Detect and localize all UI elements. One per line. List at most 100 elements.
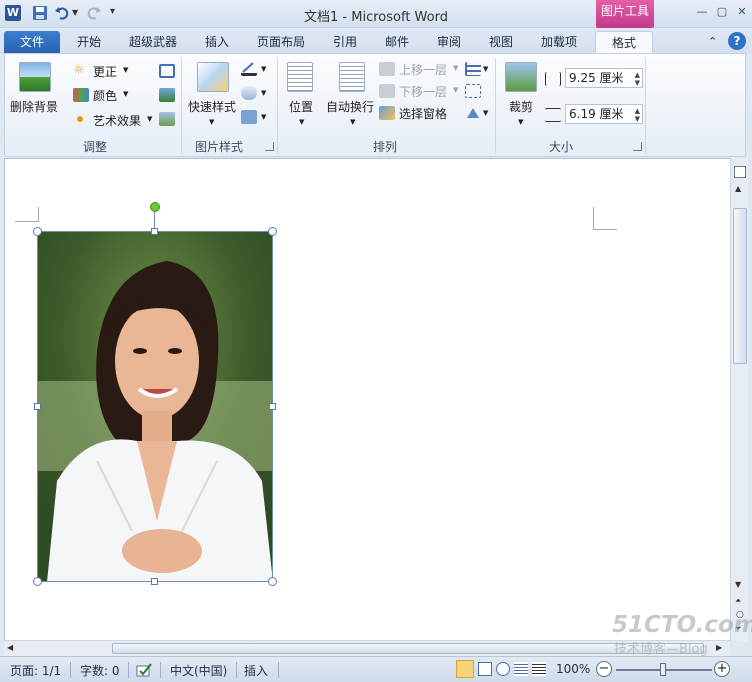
- picture-styles-launcher-icon[interactable]: [265, 142, 274, 151]
- align-icon[interactable]: [465, 62, 481, 76]
- selection-pane-label: 选择窗格: [399, 107, 448, 121]
- spin-up-icon[interactable]: ▲: [635, 107, 640, 115]
- scroll-left-icon[interactable]: ◀: [7, 643, 13, 652]
- quick-styles-icon: [197, 62, 229, 92]
- chevron-down-icon[interactable]: ▼: [261, 65, 266, 73]
- vertical-scrollbar[interactable]: ▲ ▼ ⏶ ○ ⏷: [730, 158, 748, 642]
- outline-view-icon[interactable]: [514, 662, 528, 676]
- resize-handle-left[interactable]: [34, 403, 41, 410]
- page-count[interactable]: 页面: 1/1: [10, 662, 61, 679]
- picture-border-icon[interactable]: [241, 62, 257, 76]
- position-button[interactable]: 位置 ▼: [283, 58, 323, 128]
- spin-down-icon[interactable]: ▼: [635, 115, 640, 123]
- tab-view[interactable]: 视图: [478, 31, 524, 54]
- zoom-in-icon[interactable]: +: [714, 661, 730, 677]
- spin-down-icon[interactable]: ▼: [635, 79, 640, 87]
- color-button[interactable]: 颜色 ▼: [73, 86, 139, 104]
- tab-review[interactable]: 审阅: [426, 31, 472, 54]
- change-picture-icon[interactable]: [159, 88, 175, 102]
- group-divider: [181, 58, 182, 154]
- status-divider: [236, 662, 237, 678]
- print-layout-view-icon[interactable]: [456, 660, 474, 678]
- picture-effects-icon[interactable]: [241, 86, 257, 100]
- help-icon[interactable]: ?: [728, 32, 746, 50]
- zoom-level[interactable]: 100%: [556, 662, 590, 676]
- compress-pictures-icon[interactable]: [159, 64, 175, 78]
- language[interactable]: 中文(中国): [170, 662, 227, 679]
- picture-layout-icon[interactable]: [241, 110, 257, 124]
- minimize-icon[interactable]: —: [694, 4, 710, 20]
- insert-mode[interactable]: 插入: [244, 662, 268, 679]
- crop-icon: [505, 62, 537, 92]
- minimize-ribbon-icon[interactable]: ⌃: [708, 35, 717, 48]
- artistic-effects-label: 艺术效果: [93, 114, 142, 128]
- tab-mailings[interactable]: 邮件: [374, 31, 420, 54]
- size-launcher-icon[interactable]: [633, 142, 642, 151]
- chevron-down-icon[interactable]: ▼: [261, 113, 266, 121]
- resize-handle-top-right[interactable]: [268, 227, 277, 236]
- height-spinner[interactable]: 9.25 厘米 ▲ ▼: [565, 68, 643, 88]
- resize-handle-bottom-left[interactable]: [33, 577, 42, 586]
- restore-icon[interactable]: ▢: [714, 4, 730, 20]
- color-label: 颜色: [93, 89, 118, 103]
- word-count[interactable]: 字数: 0: [80, 662, 120, 679]
- vertical-scroll-thumb[interactable]: [733, 208, 747, 364]
- rotate-icon[interactable]: [465, 106, 481, 120]
- chevron-down-icon: ▼: [123, 90, 129, 98]
- tab-page-layout[interactable]: 页面布局: [248, 31, 314, 54]
- artistic-effects-button[interactable]: 艺术效果 ▼: [77, 111, 163, 129]
- proofing-icon[interactable]: [136, 662, 154, 678]
- tab-file[interactable]: 文件: [4, 31, 60, 54]
- quick-styles-label: 快速样式: [188, 100, 237, 114]
- resize-handle-bottom-right[interactable]: [268, 577, 277, 586]
- width-spinner[interactable]: 6.19 厘米 ▲ ▼: [565, 104, 643, 124]
- previous-page-icon[interactable]: ⏶: [735, 596, 741, 606]
- tab-home[interactable]: 开始: [66, 31, 112, 54]
- resize-handle-top-left[interactable]: [33, 227, 42, 236]
- resize-handle-top[interactable]: [151, 228, 158, 235]
- group-divider: [277, 58, 278, 154]
- tab-format[interactable]: 格式: [595, 31, 653, 54]
- close-icon[interactable]: ✕: [734, 4, 750, 20]
- ruler-toggle-icon[interactable]: [734, 166, 746, 178]
- spin-up-icon[interactable]: ▲: [635, 71, 640, 79]
- scroll-down-icon[interactable]: ▼: [735, 580, 741, 589]
- ribbon: 删除背景 ☼ 更正 ▼ 颜色 ▼ 艺术效果 ▼ 调整 快速样式 ▼ ▼ ▼ ▼ …: [4, 53, 746, 157]
- draft-view-icon[interactable]: [532, 662, 546, 676]
- margin-mark-top-right: [593, 207, 594, 229]
- resize-handle-bottom[interactable]: [151, 578, 158, 585]
- send-backward-icon: [379, 84, 395, 98]
- tab-insert[interactable]: 插入: [194, 31, 240, 54]
- resize-handle-right[interactable]: [269, 403, 276, 410]
- wrap-text-button[interactable]: 自动换行 ▼: [325, 58, 381, 128]
- group-objects-icon[interactable]: [465, 84, 481, 98]
- bring-forward-button[interactable]: 上移一层 ▼: [379, 60, 461, 78]
- tab-super-weapons[interactable]: 超级武器: [120, 31, 186, 54]
- scroll-up-icon[interactable]: ▲: [735, 184, 741, 193]
- quick-styles-button[interactable]: 快速样式 ▼: [185, 58, 241, 128]
- full-screen-reading-view-icon[interactable]: [478, 662, 492, 676]
- web-layout-view-icon[interactable]: [496, 662, 510, 676]
- chevron-down-icon[interactable]: ▼: [483, 65, 488, 73]
- chevron-down-icon[interactable]: ▼: [483, 109, 488, 117]
- remove-background-button[interactable]: 删除背景: [9, 58, 61, 118]
- crop-button[interactable]: 裁剪 ▼: [501, 58, 543, 128]
- position-icon: [287, 62, 313, 92]
- corrections-button[interactable]: ☼ 更正 ▼: [73, 62, 139, 80]
- send-backward-button[interactable]: 下移一层 ▼: [379, 82, 461, 100]
- chevron-down-icon: ▼: [350, 118, 356, 126]
- zoom-out-icon[interactable]: −: [596, 661, 612, 677]
- color-icon: [73, 88, 89, 102]
- rotate-handle[interactable]: [150, 202, 160, 212]
- status-divider: [128, 662, 129, 678]
- zoom-slider-thumb[interactable]: [660, 663, 666, 676]
- remove-background-icon: [19, 62, 51, 92]
- chevron-down-icon[interactable]: ▼: [261, 89, 266, 97]
- tab-add-ins[interactable]: 加载项: [530, 31, 588, 54]
- tab-references[interactable]: 引用: [322, 31, 368, 54]
- selection-pane-button[interactable]: 选择窗格: [379, 104, 461, 122]
- chevron-down-icon: ▼: [453, 64, 459, 72]
- watermark-line2: 技术博客—Blog: [614, 642, 708, 657]
- reset-picture-icon[interactable]: [159, 112, 175, 126]
- status-divider: [278, 662, 279, 678]
